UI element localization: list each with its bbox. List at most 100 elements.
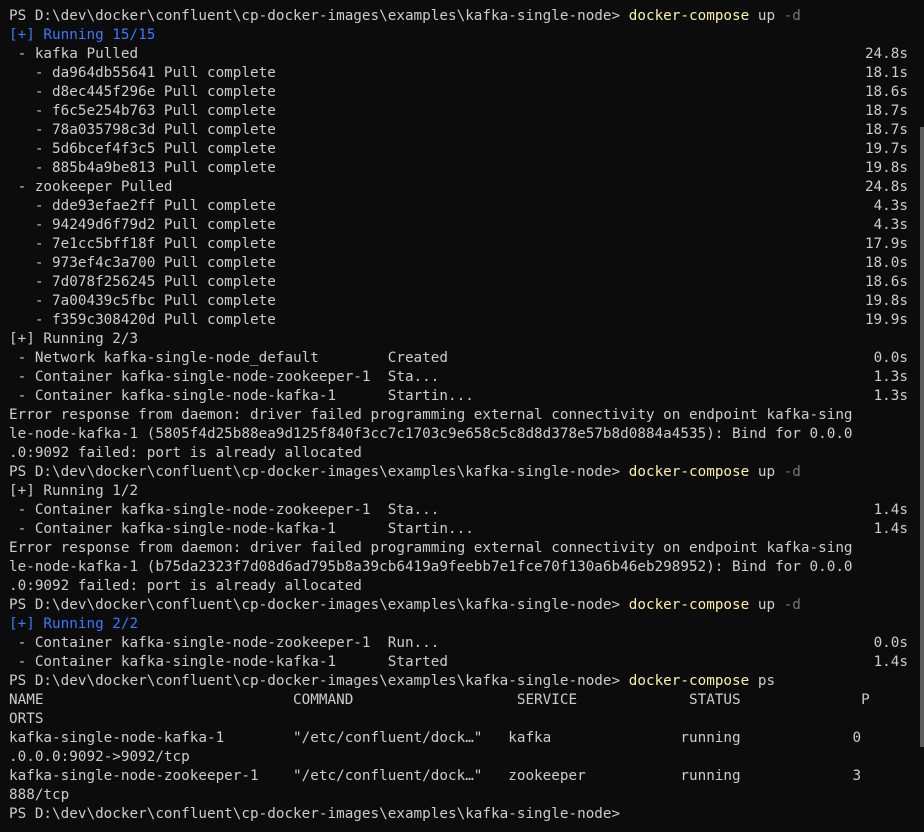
command-args: up — [749, 597, 784, 613]
running-status-line: [+] Running 2/2 — [9, 615, 908, 634]
elapsed-time: 0.0s — [873, 635, 908, 651]
command-args: ps — [749, 673, 776, 689]
elapsed-time: 4.3s — [873, 217, 908, 233]
command-flag: -d — [783, 464, 801, 480]
elapsed-time: 19.8s — [864, 293, 908, 309]
command-name: docker-compose — [628, 597, 750, 613]
status-text: - 94249d6f79d2 Pull complete — [9, 217, 276, 233]
status-row: - zookeeper Pulled 24.8s — [9, 178, 908, 197]
output-line: kafka-single-node-kafka-1 "/etc/confluen… — [9, 729, 908, 748]
command-flag: -d — [783, 8, 801, 24]
elapsed-time: 19.7s — [864, 141, 908, 157]
status-row: - Container kafka-single-node-kafka-1 St… — [9, 520, 908, 539]
output-line: .0:9092 failed: port is already allocate… — [9, 577, 908, 596]
status-text: - Container kafka-single-node-kafka-1 St… — [9, 521, 474, 537]
status-row: - kafka Pulled 24.8s — [9, 45, 908, 64]
scrollbar-thumb[interactable] — [920, 127, 924, 747]
output-line: le-node-kafka-1 (5805f4d25b88ea9d125f840… — [9, 425, 908, 444]
command-flag: -d — [783, 597, 801, 613]
status-row: - 94249d6f79d2 Pull complete 4.3s — [9, 216, 908, 235]
status-row: - 885b4a9be813 Pull complete 19.8s — [9, 159, 908, 178]
status-text: - Network kafka-single-node_default Crea… — [9, 350, 448, 366]
output-line: .0.0.0:9092->9092/tcp — [9, 748, 908, 767]
status-row: - 7e1cc5bff18f Pull complete 17.9s — [9, 235, 908, 254]
status-text: - d8ec445f296e Pull complete — [9, 84, 276, 100]
elapsed-time: 18.1s — [864, 65, 908, 81]
output-text: [+] Running 15/15 — [9, 27, 156, 43]
status-text: - 885b4a9be813 Pull complete — [9, 160, 276, 176]
output-text: le-node-kafka-1 (5805f4d25b88ea9d125f840… — [9, 426, 853, 442]
output-line: kafka-single-node-zookeeper-1 "/etc/conf… — [9, 767, 908, 786]
status-text: - Container kafka-single-node-zookeeper-… — [9, 635, 440, 651]
status-text: - 7d078f256245 Pull complete — [9, 274, 276, 290]
status-row: - da964db55641 Pull complete 18.1s — [9, 64, 908, 83]
elapsed-time: 4.3s — [873, 198, 908, 214]
output-text: kafka-single-node-zookeeper-1 "/etc/conf… — [9, 768, 862, 784]
output-line: NAME COMMAND SERVICE STATUS P — [9, 691, 908, 710]
elapsed-time: 24.8s — [864, 179, 908, 195]
output-text: [+] Running 2/3 — [9, 331, 139, 347]
output-text: le-node-kafka-1 (b75da2323f7d08d6ad795b8… — [9, 559, 853, 575]
elapsed-time: 18.0s — [864, 255, 908, 271]
status-text: - Container kafka-single-node-kafka-1 St… — [9, 388, 474, 404]
status-text: - 7e1cc5bff18f Pull complete — [9, 236, 276, 252]
status-text: - dde93efae2ff Pull complete — [9, 198, 276, 214]
prompt-path: PS D:\dev\docker\confluent\cp-docker-ima… — [9, 464, 629, 480]
elapsed-time: 18.7s — [864, 122, 908, 138]
prompt-path: PS D:\dev\docker\confluent\cp-docker-ima… — [9, 8, 629, 24]
output-text: ORTS — [9, 711, 44, 727]
elapsed-time: 17.9s — [864, 236, 908, 252]
elapsed-time: 1.4s — [873, 654, 908, 670]
elapsed-time: 1.4s — [873, 502, 908, 518]
output-text: Error response from daemon: driver faile… — [9, 407, 853, 423]
running-status-line: [+] Running 15/15 — [9, 26, 908, 45]
status-row: - Container kafka-single-node-zookeeper-… — [9, 634, 908, 653]
status-row: - 7a00439c5fbc Pull complete 19.8s — [9, 292, 908, 311]
status-text: - 973ef4c3a700 Pull complete — [9, 255, 276, 271]
elapsed-time: 18.6s — [864, 274, 908, 290]
prompt-line: PS D:\dev\docker\confluent\cp-docker-ima… — [9, 672, 908, 691]
prompt-line: PS D:\dev\docker\confluent\cp-docker-ima… — [9, 805, 908, 824]
command-name: docker-compose — [628, 673, 750, 689]
vertical-scrollbar[interactable] — [919, 0, 924, 832]
elapsed-time: 1.3s — [873, 388, 908, 404]
output-text: Error response from daemon: driver faile… — [9, 540, 853, 556]
output-line: le-node-kafka-1 (b75da2323f7d08d6ad795b8… — [9, 558, 908, 577]
elapsed-time: 24.8s — [864, 46, 908, 62]
output-text: .0:9092 failed: port is already allocate… — [9, 445, 362, 461]
status-row: - 78a035798c3d Pull complete 18.7s — [9, 121, 908, 140]
status-text: - 5d6bcef4f3c5 Pull complete — [9, 141, 276, 157]
terminal-output[interactable]: PS D:\dev\docker\confluent\cp-docker-ima… — [9, 7, 908, 824]
status-row: - 7d078f256245 Pull complete 18.6s — [9, 273, 908, 292]
elapsed-time: 1.4s — [873, 521, 908, 537]
status-row: - Container kafka-single-node-kafka-1 St… — [9, 653, 908, 672]
status-row: - f6c5e254b763 Pull complete 18.7s — [9, 102, 908, 121]
output-line: 888/tcp — [9, 786, 908, 805]
status-text: - Container kafka-single-node-zookeeper-… — [9, 502, 440, 518]
prompt-line: PS D:\dev\docker\confluent\cp-docker-ima… — [9, 596, 908, 615]
elapsed-time: 19.9s — [864, 312, 908, 328]
prompt-line: PS D:\dev\docker\confluent\cp-docker-ima… — [9, 7, 908, 26]
command-name: docker-compose — [628, 8, 750, 24]
prompt-line: PS D:\dev\docker\confluent\cp-docker-ima… — [9, 463, 908, 482]
status-row: - Container kafka-single-node-kafka-1 St… — [9, 387, 908, 406]
elapsed-time: 1.3s — [873, 369, 908, 385]
output-line: ORTS — [9, 710, 908, 729]
output-line: Error response from daemon: driver faile… — [9, 539, 908, 558]
status-text: - Container kafka-single-node-zookeeper-… — [9, 369, 440, 385]
elapsed-time: 18.7s — [864, 103, 908, 119]
status-text: - zookeeper Pulled — [9, 179, 173, 195]
status-text: - Container kafka-single-node-kafka-1 St… — [9, 654, 448, 670]
status-row: - f359c308420d Pull complete 19.9s — [9, 311, 908, 330]
output-line: .0:9092 failed: port is already allocate… — [9, 444, 908, 463]
output-text: .0:9092 failed: port is already allocate… — [9, 578, 362, 594]
output-line: [+] Running 1/2 — [9, 482, 908, 501]
elapsed-time: 0.0s — [873, 350, 908, 366]
output-text: .0.0.0:9092->9092/tcp — [9, 749, 190, 765]
status-text: - 7a00439c5fbc Pull complete — [9, 293, 276, 309]
output-text: NAME COMMAND SERVICE STATUS P — [9, 692, 870, 708]
output-line: [+] Running 2/3 — [9, 330, 908, 349]
output-text: 888/tcp — [9, 787, 70, 803]
status-text: - kafka Pulled — [9, 46, 139, 62]
prompt-path: PS D:\dev\docker\confluent\cp-docker-ima… — [9, 673, 629, 689]
